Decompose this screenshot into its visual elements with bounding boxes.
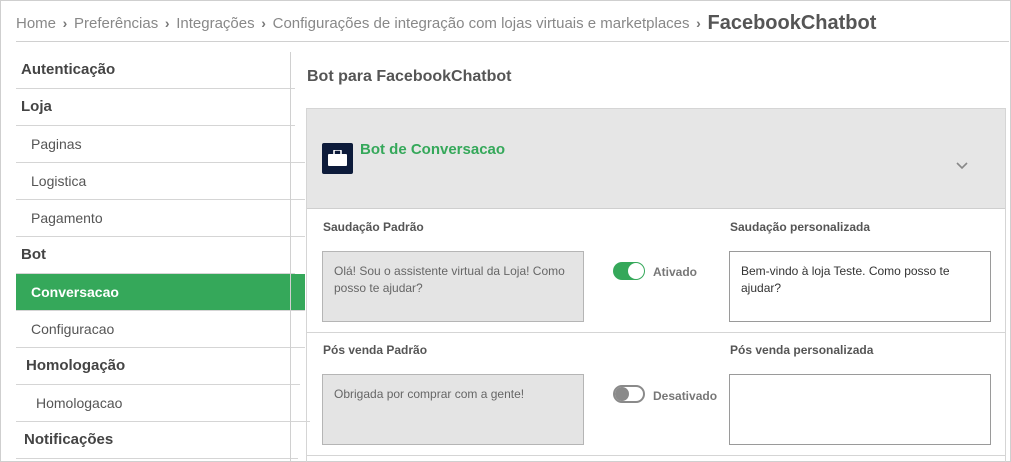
breadcrumb-preferencias[interactable]: Preferências bbox=[74, 15, 158, 32]
greeting-toggle-label: Ativado bbox=[653, 265, 698, 279]
breadcrumb-home[interactable]: Home bbox=[16, 15, 56, 32]
sidebar-item-notificacoes[interactable]: Notificações bbox=[16, 422, 298, 459]
breadcrumb: Home › Preferências › Integrações › Conf… bbox=[16, 9, 876, 37]
breadcrumb-current: FacebookChatbot bbox=[707, 11, 877, 34]
sidebar-item-conversacao[interactable]: Conversacao bbox=[16, 274, 305, 311]
custom-greeting-field[interactable]: Bem-vindo à loja Teste. Como posso te aj… bbox=[729, 251, 991, 322]
chevron-right-icon: › bbox=[62, 15, 68, 31]
default-greeting-text: Olá! Sou o assistente virtual da Loja! C… bbox=[322, 251, 584, 322]
sidebar-item-bot[interactable]: Bot bbox=[16, 237, 295, 274]
sidebar-item-homologacao[interactable]: Homologacao bbox=[16, 385, 310, 422]
chevron-right-icon: › bbox=[261, 15, 266, 31]
custom-post-sale-label: Pós venda personalizada bbox=[730, 343, 874, 357]
greeting-toggle[interactable] bbox=[613, 262, 645, 280]
sidebar-item-homologacao-group[interactable]: Homologação bbox=[16, 348, 300, 385]
sidebar-item-pagamento[interactable]: Pagamento bbox=[16, 200, 305, 237]
default-post-sale-label: Pós venda Padrão bbox=[323, 343, 428, 357]
breadcrumb-configuracoes[interactable]: Configurações de integração com lojas vi… bbox=[273, 15, 690, 32]
page-title: Bot para FacebookChatbot bbox=[307, 68, 512, 85]
panel-header[interactable]: Bot de Conversacao bbox=[307, 109, 1005, 209]
post-sale-toggle-label: Desativado bbox=[653, 389, 718, 403]
default-greeting-label: Saudação Padrão bbox=[323, 220, 424, 234]
sidebar-item-configuracao[interactable]: Configuracao bbox=[16, 311, 305, 348]
toggle-knob bbox=[628, 263, 644, 279]
toggle-knob bbox=[615, 387, 629, 401]
briefcase-icon bbox=[322, 143, 353, 174]
row-divider bbox=[307, 455, 1005, 456]
breadcrumb-integracoes[interactable]: Integrações bbox=[176, 15, 254, 32]
sidebar-item-autenticacao[interactable]: Autenticação bbox=[16, 52, 295, 89]
sidebar: Autenticação Loja Paginas Logistica Paga… bbox=[16, 52, 310, 462]
bot-panel: Bot de Conversacao Saudação Padrão Olá! … bbox=[306, 108, 1006, 462]
sidebar-item-loja[interactable]: Loja bbox=[16, 89, 295, 126]
chevron-right-icon: › bbox=[696, 15, 701, 31]
chevron-right-icon: › bbox=[164, 15, 170, 31]
custom-greeting-label: Saudação personalizada bbox=[730, 220, 871, 234]
chevron-down-icon[interactable] bbox=[955, 159, 969, 173]
sidebar-divider bbox=[290, 52, 291, 462]
sidebar-item-paginas[interactable]: Paginas bbox=[16, 126, 305, 163]
row-divider bbox=[307, 332, 1005, 333]
default-post-sale-text: Obrigada por comprar com a gente! bbox=[322, 374, 584, 445]
panel-title: Bot de Conversacao bbox=[360, 141, 506, 158]
custom-post-sale-field[interactable] bbox=[729, 374, 991, 445]
breadcrumb-divider bbox=[16, 41, 1009, 42]
post-sale-toggle[interactable] bbox=[613, 385, 645, 403]
sidebar-item-logistica[interactable]: Logistica bbox=[16, 163, 305, 200]
